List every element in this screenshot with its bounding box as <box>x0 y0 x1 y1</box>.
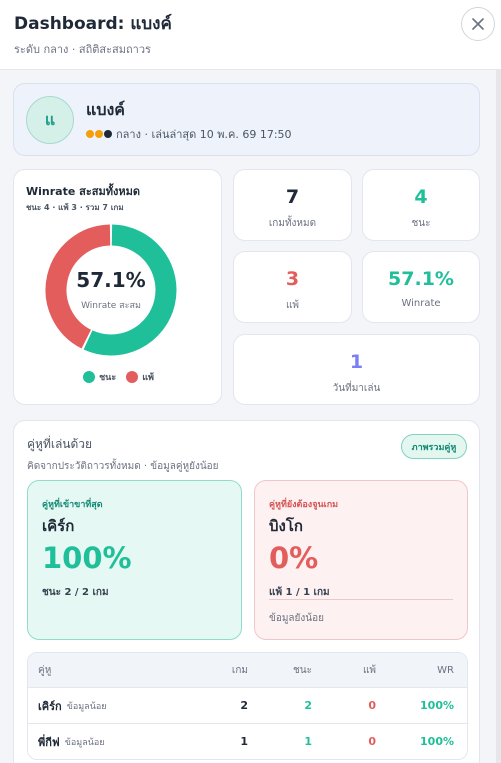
worst-partner-record: แพ้ 1 / 1 เกม <box>269 587 330 598</box>
wr-cell: 100% <box>420 699 454 712</box>
wins-cell: 2 <box>304 699 312 712</box>
worst-partner-note: ข้อมูลยังน้อย <box>269 613 325 624</box>
stat-label: ชนะ <box>411 218 431 229</box>
worst-partner-name: บิงโก <box>269 517 303 535</box>
best-partner-winrate: 100% <box>42 541 132 575</box>
table-row[interactable]: เคิร์ก ข้อมูลน้อย 2 2 0 100% <box>28 687 467 723</box>
legend-label-loss: แพ้ <box>142 373 154 383</box>
stat-label: วันที่มาเล่น <box>332 383 381 394</box>
level-dot <box>95 130 103 138</box>
player-meta-text: กลาง · เล่นล่าสุด 10 พ.ค. 69 17:50 <box>116 128 292 141</box>
stat-losses: 3 แพ้ <box>233 251 352 323</box>
partners-subtitle: คิดจากประวัติถาวรทั้งหมด · ข้อมูลคู่หูยั… <box>27 461 219 472</box>
level-dot <box>104 130 112 138</box>
table-row[interactable]: พี่กีฟ ข้อมูลน้อย 1 1 0 100% <box>28 723 467 759</box>
worst-partner-card[interactable]: คู่หูที่ยังต้องจูนเกม บิงโก 0% แพ้ 1 / 1… <box>254 480 468 640</box>
games-cell: 2 <box>240 699 248 712</box>
col-header-games[interactable]: เกม <box>232 653 248 687</box>
stat-value: 7 <box>285 186 300 208</box>
partner-data-tag: ข้อมูลน้อย <box>66 701 107 712</box>
partner-overview-button[interactable]: ภาพรวมคู่หู <box>401 434 467 459</box>
partners-table: คู่หู เกม ชนะ แพ้ WR เคิร์ก ข้อมูลน้อย 2… <box>27 652 468 760</box>
partners-title: คู่หูที่เล่นด้วย <box>27 437 93 451</box>
partner-data-tag: ข้อมูลน้อย <box>64 737 105 748</box>
stat-wins: 4 ชนะ <box>362 169 480 241</box>
worst-partner-winrate: 0% <box>269 541 319 575</box>
best-partner-name: เคิร์ก <box>42 517 75 535</box>
divider <box>269 599 453 600</box>
partner-cell: พี่กีฟ ข้อมูลน้อย <box>38 724 105 759</box>
stat-value: 4 <box>414 186 428 208</box>
page-title: Dashboard: แบงค์ <box>14 14 172 34</box>
col-header-wins[interactable]: ชนะ <box>293 653 312 687</box>
games-cell: 1 <box>240 735 248 748</box>
player-name: แบงค์ <box>86 100 125 119</box>
dashboard-header: Dashboard: แบงค์ ระดับ กลาง · สถิติสะสมถ… <box>0 0 501 70</box>
stat-label: Winrate <box>401 298 441 309</box>
legend-swatch-win <box>83 371 96 383</box>
partner-name: พี่กีฟ <box>38 735 60 749</box>
stat-label: เกมทั้งหมด <box>268 218 317 229</box>
stat-label: แพ้ <box>285 300 300 311</box>
close-button[interactable] <box>461 7 495 41</box>
profile-card: แ แบงค์ กลาง · เล่นล่าสุด 10 พ.ค. 69 17:… <box>13 83 480 156</box>
winrate-subtitle: ชนะ 4 · แพ้ 3 · รวม 7 เกม <box>26 203 124 212</box>
wr-cell: 100% <box>420 735 454 748</box>
chart-legend: ชนะ แพ้ <box>14 370 223 384</box>
partner-cell: เคิร์ก ข้อมูลน้อย <box>38 688 107 723</box>
legend-swatch-loss <box>126 371 139 383</box>
losses-cell: 0 <box>368 735 376 748</box>
page-subtitle: ระดับ กลาง · สถิติสะสมถาวร <box>14 43 151 56</box>
partner-name: เคิร์ก <box>38 699 62 713</box>
col-header-losses[interactable]: แพ้ <box>363 653 376 687</box>
winrate-title: Winrate สะสมทั้งหมด <box>26 185 140 198</box>
level-dot <box>86 130 94 138</box>
wins-cell: 1 <box>304 735 312 748</box>
winrate-card: Winrate สะสมทั้งหมด ชนะ 4 · แพ้ 3 · รวม … <box>13 169 222 405</box>
table-header-row: คู่หู เกม ชนะ แพ้ WR <box>28 653 467 687</box>
stat-winrate: 57.1% Winrate <box>362 251 480 323</box>
player-meta: กลาง · เล่นล่าสุด 10 พ.ค. 69 17:50 <box>86 125 292 143</box>
partners-card: คู่หูที่เล่นด้วย คิดจากประวัติถาวรทั้งหม… <box>13 420 480 763</box>
stat-value: 57.1% <box>388 268 454 290</box>
losses-cell: 0 <box>368 699 376 712</box>
stat-value: 3 <box>285 268 300 290</box>
winrate-center-label: Winrate สะสม <box>81 301 141 311</box>
winrate-center-value: 57.1% <box>76 268 146 292</box>
stat-total-games: 7 เกมทั้งหมด <box>233 169 352 241</box>
close-icon <box>472 18 484 30</box>
legend-item-loss: แพ้ <box>126 370 154 384</box>
best-partner-label: คู่หูที่เข้าขาที่สุด <box>42 500 103 510</box>
avatar: แ <box>26 96 74 144</box>
best-partner-record: ชนะ 2 / 2 เกม <box>42 587 109 598</box>
legend-item-win: ชนะ <box>83 370 116 384</box>
stat-days-played: 1 วันที่มาเล่น <box>233 334 480 405</box>
scrollbar[interactable] <box>496 70 501 763</box>
col-header-wr[interactable]: WR <box>437 653 454 687</box>
best-partner-card[interactable]: คู่หูที่เข้าขาที่สุด เคิร์ก 100% ชนะ 2 /… <box>27 480 242 640</box>
legend-label-win: ชนะ <box>99 373 117 383</box>
col-header-partner[interactable]: คู่หู <box>38 653 51 687</box>
stat-value: 1 <box>349 351 364 373</box>
worst-partner-label: คู่หูที่ยังต้องจูนเกม <box>269 500 339 510</box>
